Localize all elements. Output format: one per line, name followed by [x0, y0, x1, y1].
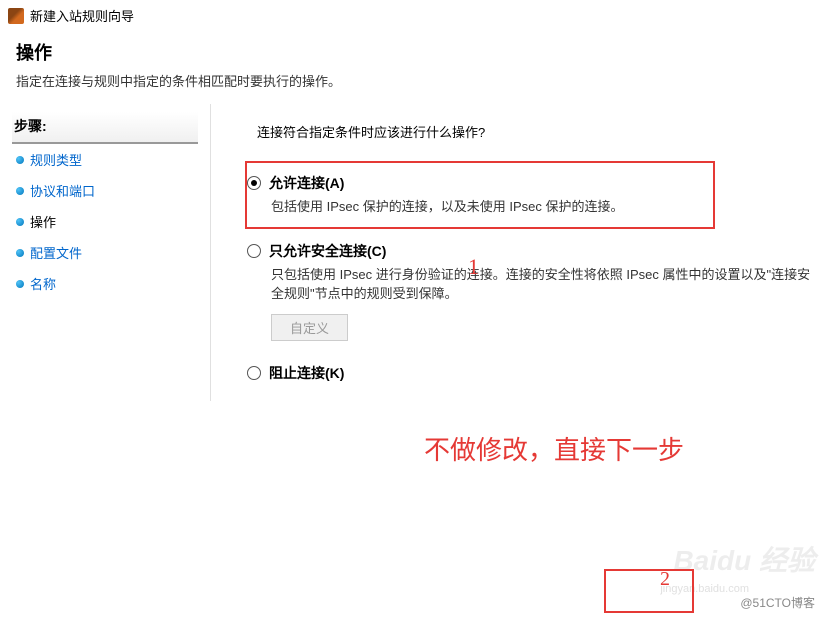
page-title: 操作 — [16, 39, 819, 65]
radio-label: 阻止连接(K) — [269, 363, 344, 383]
radio-button[interactable] — [247, 176, 261, 190]
sidebar-item-label: 操作 — [30, 212, 56, 231]
header-section: 操作 指定在连接与规则中指定的条件相匹配时要执行的操作。 — [0, 31, 835, 104]
bullet-icon — [16, 187, 24, 195]
radio-item-block[interactable]: 阻止连接(K) — [247, 363, 811, 383]
window-title-bar: 新建入站规则向导 — [0, 0, 835, 31]
watermark-main: Baidu 经验 — [673, 539, 815, 579]
radio-button[interactable] — [247, 244, 261, 258]
radio-item-allow[interactable]: 允许连接(A) 包括使用 IPsec 保护的连接，以及未使用 IPsec 保护的… — [247, 173, 703, 217]
sidebar-header: 步骤: — [12, 112, 198, 144]
sidebar-item-label: 协议和端口 — [30, 181, 95, 200]
customize-button: 自定义 — [271, 314, 348, 341]
sidebar-item-profile[interactable]: 配置文件 — [12, 237, 198, 268]
radio-group: 允许连接(A) 包括使用 IPsec 保护的连接，以及未使用 IPsec 保护的… — [235, 161, 811, 383]
window-title: 新建入站规则向导 — [30, 6, 134, 25]
sidebar-item-name[interactable]: 名称 — [12, 268, 198, 299]
bullet-icon — [16, 249, 24, 257]
sidebar-item-label: 配置文件 — [30, 243, 82, 262]
sidebar: 步骤: 规则类型 协议和端口 操作 配置文件 名称 — [0, 104, 210, 401]
wizard-icon — [8, 8, 24, 24]
annotation-number-2: 2 — [660, 568, 670, 591]
radio-button[interactable] — [247, 366, 261, 380]
sidebar-item-label: 名称 — [30, 274, 56, 293]
radio-label: 允许连接(A) — [269, 173, 344, 193]
highlight-box-1: 允许连接(A) 包括使用 IPsec 保护的连接，以及未使用 IPsec 保护的… — [245, 161, 715, 229]
annotation-number-1: 1 — [468, 254, 479, 280]
radio-description: 只包括使用 IPsec 进行身份验证的连接。连接的安全性将依照 IPsec 属性… — [247, 265, 811, 304]
footer-watermark: @51CTO博客 — [740, 594, 815, 611]
bullet-icon — [16, 280, 24, 288]
highlight-box-2 — [604, 569, 694, 613]
sidebar-item-rule-type[interactable]: 规则类型 — [12, 144, 198, 175]
main-container: 步骤: 规则类型 协议和端口 操作 配置文件 名称 连接符合指定条件时应该进行什… — [0, 104, 835, 401]
radio-description: 包括使用 IPsec 保护的连接，以及未使用 IPsec 保护的连接。 — [247, 197, 703, 217]
sidebar-item-protocol-port[interactable]: 协议和端口 — [12, 175, 198, 206]
bullet-icon — [16, 218, 24, 226]
page-description: 指定在连接与规则中指定的条件相匹配时要执行的操作。 — [16, 71, 819, 90]
annotation-instruction: 不做修改，直接下一步 — [424, 430, 684, 467]
sidebar-item-label: 规则类型 — [30, 150, 82, 169]
radio-item-secure-only[interactable]: 只允许安全连接(C) 只包括使用 IPsec 进行身份验证的连接。连接的安全性将… — [247, 241, 811, 341]
bullet-icon — [16, 156, 24, 164]
sidebar-item-action[interactable]: 操作 — [12, 206, 198, 237]
content-panel: 连接符合指定条件时应该进行什么操作? 允许连接(A) 包括使用 IPsec 保护… — [210, 104, 835, 401]
question-text: 连接符合指定条件时应该进行什么操作? — [235, 122, 811, 141]
radio-label: 只允许安全连接(C) — [269, 241, 386, 261]
